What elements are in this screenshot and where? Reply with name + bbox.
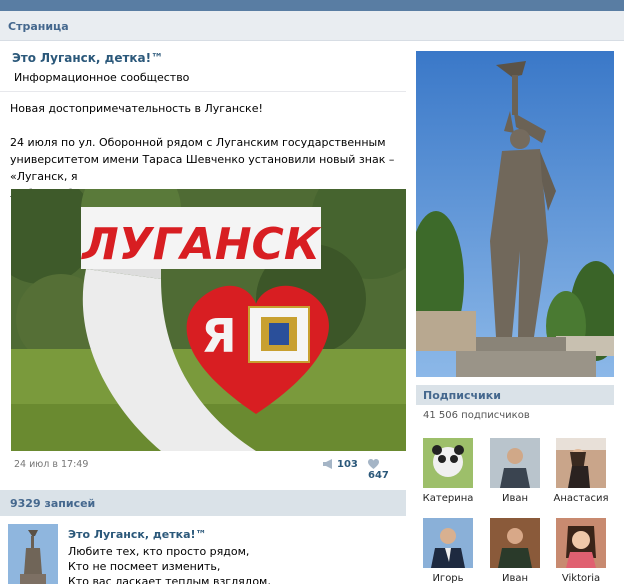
feed-author-link[interactable]: Это Луганск, детка!™ (68, 528, 207, 541)
sign-text: ЛУГАНСК (80, 219, 322, 270)
member-card[interactable]: Анастасия (551, 438, 611, 504)
post-text-line: университетом имени Тараса Шевченко уста… (10, 153, 395, 183)
member-name[interactable]: Иван (485, 573, 545, 584)
feed-avatar[interactable] (8, 524, 58, 584)
feed-text-line: Кто не посмеет изменить, (68, 560, 221, 573)
repost-button[interactable]: 103 (322, 459, 358, 470)
community-name-link[interactable]: Это Луганск, детка!™ (12, 51, 189, 65)
page-title: Страница (8, 20, 69, 33)
post-meta: 24 июл в 17:49 103 647 (14, 459, 402, 481)
post-header: Это Луганск, детка!™ Информационное сооб… (12, 51, 189, 84)
member-card[interactable]: Viktoria (551, 518, 611, 584)
feed-text-line: Любите тех, кто просто рядом, (68, 545, 250, 558)
main-content: Это Луганск, детка!™ Информационное сооб… (0, 41, 624, 584)
subscribers-header[interactable]: Подписчики (416, 385, 614, 405)
member-name[interactable]: Катерина (418, 493, 478, 504)
post-text-line: Новая достопримечательность в Луганске! (10, 102, 263, 115)
subscribers-count[interactable]: 41 506 подписчиков (423, 410, 530, 421)
post-text: Новая достопримечательность в Луганске! … (10, 100, 404, 202)
heart-letter: Я (201, 309, 236, 363)
repost-count: 103 (337, 459, 358, 470)
heart-icon (368, 459, 379, 469)
feed-text-line: Кто вас ласкает теплым взглядом, (68, 575, 271, 584)
avatar (556, 518, 606, 568)
member-card[interactable]: Катерина (418, 438, 478, 504)
avatar (556, 438, 606, 488)
member-name[interactable]: Игорь (418, 573, 478, 584)
top-bar (0, 0, 624, 11)
page-header: Страница (0, 11, 624, 41)
avatar (490, 438, 540, 488)
like-button[interactable]: 647 (368, 459, 402, 481)
avatar (490, 518, 540, 568)
community-type: Информационное сообщество (14, 71, 190, 84)
avatar (423, 438, 473, 488)
member-name[interactable]: Анастасия (551, 493, 611, 504)
community-photo[interactable] (416, 51, 614, 377)
feed-text: Любите тех, кто просто рядом, Кто не пос… (68, 544, 398, 584)
post-photo[interactable]: ЛУГАНСК Я (11, 189, 406, 451)
member-card[interactable]: Иван (485, 518, 545, 584)
member-name[interactable]: Viktoria (551, 573, 611, 584)
records-header[interactable]: 9329 записей (0, 490, 406, 516)
like-count: 647 (368, 470, 389, 481)
member-card[interactable]: Иван (485, 438, 545, 504)
divider (0, 91, 406, 92)
megaphone-icon (323, 459, 332, 469)
subscribers-title: Подписчики (423, 389, 501, 402)
avatar (423, 518, 473, 568)
post-date[interactable]: 24 июл в 17:49 (14, 459, 88, 470)
post-text-line: 24 июля по ул. Оборонной рядом с Луганск… (10, 136, 386, 149)
member-name[interactable]: Иван (485, 493, 545, 504)
records-count: 9329 записей (10, 497, 96, 510)
member-card[interactable]: Игорь (418, 518, 478, 584)
